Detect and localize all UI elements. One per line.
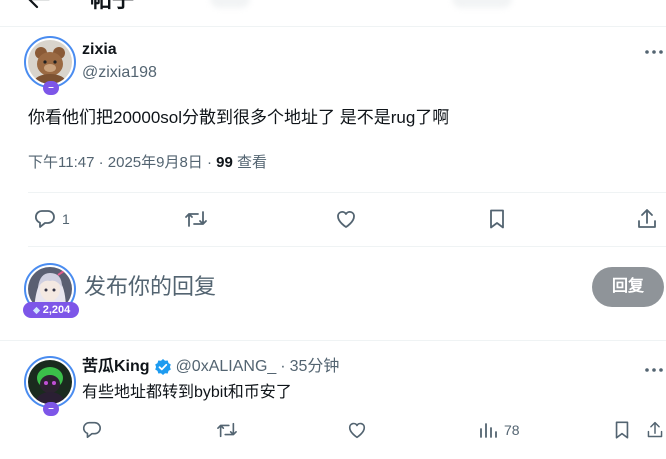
- reply-count: 1: [62, 211, 70, 227]
- analytics-icon: [478, 420, 498, 440]
- share-button[interactable]: [636, 207, 658, 231]
- post-text: 你看他们把20000sol分散到很多个地址了 是不是rug了啊: [28, 108, 450, 127]
- more-icon[interactable]: [643, 44, 665, 60]
- divider: [28, 192, 666, 193]
- avatar[interactable]: [28, 360, 72, 404]
- share-icon: [636, 207, 658, 231]
- reply-button[interactable]: [82, 420, 102, 440]
- points-count: 2,204: [42, 304, 71, 316]
- reply-header: 苦瓜King @0xALIANG_ · 35分钟: [82, 357, 339, 377]
- more-icon[interactable]: [643, 362, 665, 378]
- heart-icon: [346, 420, 368, 440]
- header-decoration: [452, 0, 512, 8]
- page-title: 帖子: [90, 0, 134, 14]
- reply-input[interactable]: 发布你的回复: [84, 273, 216, 301]
- heart-icon: [334, 208, 358, 230]
- repost-button[interactable]: [216, 420, 238, 440]
- bookmark-icon: [612, 420, 632, 440]
- author-handle[interactable]: @0xALIANG_: [176, 357, 277, 377]
- bookmark-icon: [486, 208, 508, 230]
- reply-button[interactable]: 1: [34, 208, 70, 230]
- reply-submit-button[interactable]: 回复: [592, 267, 664, 307]
- divider: [0, 26, 666, 27]
- bookmark-button[interactable]: [612, 420, 632, 440]
- author-handle[interactable]: @zixia198: [82, 63, 157, 83]
- avatar-badge: –: [43, 81, 59, 95]
- author-name[interactable]: 苦瓜King: [82, 357, 150, 377]
- reply-text: 有些地址都转到bybit和币安了: [82, 384, 292, 401]
- post-meta: 下午11:47 · 2025年9月8日 · 99 查看: [28, 153, 267, 173]
- views-count: 99: [216, 154, 233, 171]
- reply-icon: [34, 208, 56, 230]
- diamond-icon: [32, 306, 41, 315]
- author-name[interactable]: zixia: [82, 40, 117, 60]
- bookmark-button[interactable]: [486, 208, 508, 230]
- points-badge: 2,204: [23, 302, 79, 318]
- share-icon: [646, 419, 664, 441]
- back-arrow-icon[interactable]: [26, 0, 52, 10]
- views-count: 78: [504, 422, 520, 438]
- repost-icon: [216, 420, 238, 440]
- like-button[interactable]: [346, 420, 368, 440]
- reply-icon: [82, 420, 102, 440]
- views-label: 查看: [232, 154, 267, 171]
- verified-badge-icon: [154, 358, 172, 376]
- reply-time[interactable]: 35分钟: [290, 357, 340, 377]
- share-button[interactable]: [646, 419, 664, 441]
- divider: [0, 340, 666, 341]
- divider: [28, 246, 666, 247]
- separator: ·: [280, 358, 286, 375]
- views-button[interactable]: 78: [478, 420, 520, 440]
- header-decoration: [210, 0, 250, 8]
- avatar-badge: –: [43, 402, 59, 416]
- post-time[interactable]: 下午11:47 · 2025年9月8日 ·: [28, 154, 216, 171]
- repost-button[interactable]: [184, 208, 208, 230]
- like-button[interactable]: [334, 208, 358, 230]
- repost-icon: [184, 208, 208, 230]
- avatar[interactable]: [28, 40, 72, 84]
